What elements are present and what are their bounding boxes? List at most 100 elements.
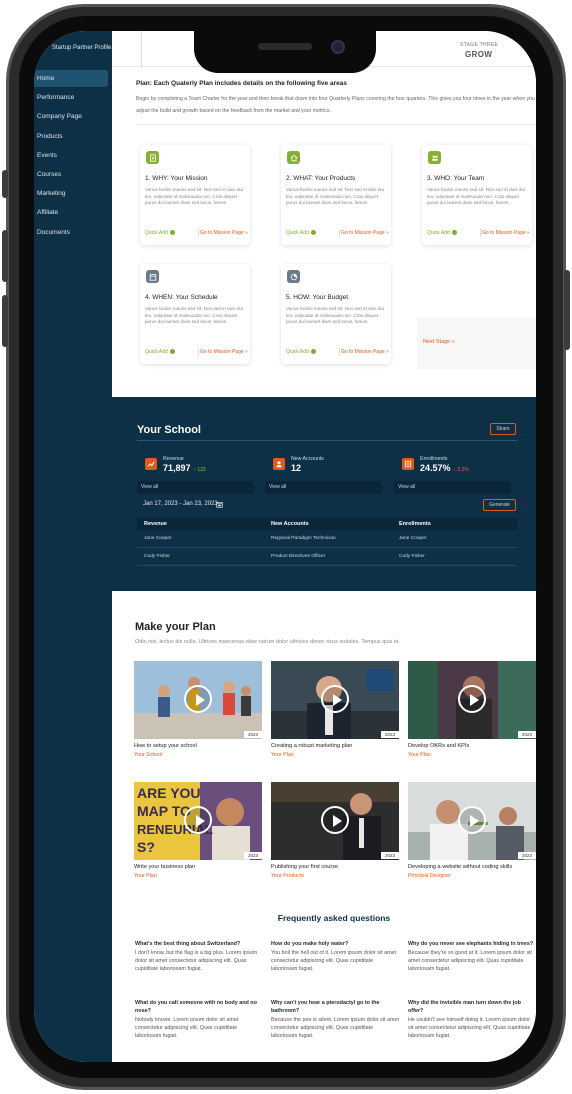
faq-item[interactable]: What do you call someone with no body an… [135, 999, 263, 1040]
next-stage-link[interactable]: Next Stage » [423, 339, 455, 345]
go-to-mission-link[interactable]: Go to Mission Page » [341, 349, 389, 355]
plus-circle-icon [170, 349, 176, 354]
sidebar-item-company-page[interactable]: Company Page [34, 108, 108, 125]
video-year-badge: 2023 [517, 852, 536, 859]
table-cell: Cody Fisher [399, 554, 425, 559]
stat-card: Enrollments 24.57% ↓ 3.2% [394, 455, 504, 475]
video-year-badge: 2023 [380, 852, 399, 859]
play-icon[interactable] [184, 806, 212, 834]
main-content: STAGE THREE GROW Plan: Each Quaterly Pla… [112, 31, 536, 1062]
quick-add-button[interactable]: Quick Add [145, 230, 176, 236]
faq-answer: Because they're so good at it. Lorem ips… [408, 950, 532, 972]
faq-answer: Nobody knows. Lorem ipsum dolor sit amet… [135, 1017, 239, 1039]
quick-add-button[interactable]: Quick Add [286, 349, 317, 355]
school-divider [137, 440, 517, 441]
video-title[interactable]: Creating a robust marketing plan [271, 743, 352, 749]
document-icon [146, 151, 159, 164]
sidebar-item-home[interactable]: Home [34, 70, 108, 87]
card-link-separator [480, 229, 481, 237]
school-title: Your School [137, 424, 201, 436]
video-category[interactable]: Your Products [271, 873, 304, 879]
sidebar-item-documents[interactable]: Documents [34, 224, 108, 241]
sidebar-item-events[interactable]: Events [34, 147, 108, 164]
faq-item[interactable]: Why did the invisible man turn down the … [408, 999, 536, 1040]
play-icon[interactable] [321, 806, 349, 834]
video-category[interactable]: Your School [134, 752, 162, 758]
faq-item[interactable]: How do you make holy water? You boil the … [271, 940, 399, 973]
plan-card-text: Varius facilisi mauris sed sit. Non sed … [427, 187, 525, 206]
plan-card-title: 2. WHAT: Your Products [286, 175, 356, 182]
plan-card-text: Varius facilisi mauris sed sit. Non sed … [145, 306, 243, 325]
table-row[interactable]: Cody Fisher Product Directives Officer Cod… [137, 549, 517, 566]
go-to-mission-link[interactable]: Go to Mission Page » [200, 230, 248, 236]
plan-card: 4. WHEN: Your Schedule Varius facilisi ma… [140, 264, 250, 364]
video-category[interactable]: Your Plan [271, 752, 294, 758]
calendar-icon [146, 270, 159, 283]
video-category[interactable]: Principal Designer [408, 873, 451, 879]
table-header-cell: Revenue [144, 521, 167, 527]
video-year-badge: 2023 [243, 852, 262, 859]
stat-card: Revenue 71,897 ↑ 122 [137, 455, 247, 475]
faq-answer: Because the pee is silent. Lorem ipsum d… [271, 1017, 399, 1039]
view-all-link[interactable]: View all [137, 481, 254, 494]
plan-card-text: Varius facilisi mauris sed sit. Non sed … [286, 306, 384, 325]
video-thumbnail[interactable]: 2023 [408, 782, 536, 860]
phone-screen: Startup Partner Profile Home Performance C… [34, 31, 536, 1062]
stage-name[interactable]: GROW [465, 50, 492, 59]
sidebar-profile-title[interactable]: Startup Partner Profile [52, 45, 111, 51]
table-row[interactable]: Jane Cooper Regional Paradigm Technician J… [137, 531, 517, 548]
make-plan-title: Make your Plan [135, 621, 216, 633]
faq-item[interactable]: Why do you never see elephants hiding in… [408, 940, 536, 973]
phone-notch [194, 31, 376, 73]
video-category[interactable]: Your Plan [408, 752, 431, 758]
video-thumbnail[interactable]: 2023 [271, 782, 399, 860]
sidebar-item-affiliate[interactable]: Affiliate [34, 204, 108, 221]
plan-title: Plan: Each Quaterly Plan includes detail… [136, 80, 347, 87]
phone-side-button [2, 170, 8, 198]
faq-answer: He couldn't see himself doing it. Lorem … [408, 1017, 531, 1039]
play-icon[interactable] [184, 685, 212, 713]
video-thumbnail[interactable]: 2023 [271, 661, 399, 739]
play-icon[interactable] [458, 806, 486, 834]
faq-question: Why do you never see elephants hiding in… [408, 941, 534, 947]
video-thumbnail[interactable]: 2023 [134, 661, 262, 739]
card-link-separator [198, 229, 199, 237]
video-title[interactable]: Write your business plan [134, 864, 195, 870]
faq-item[interactable]: What's the best thing about Switzerland?… [135, 940, 263, 973]
quick-add-button[interactable]: Quick Add [427, 230, 458, 236]
table-header-cell: Enrollments [399, 521, 431, 527]
generate-button[interactable]: Generate [483, 499, 516, 511]
card-link-separator [198, 348, 199, 356]
phone-power-button [564, 270, 570, 350]
faq-item[interactable]: Why can't you hear a pterodactyl go to t… [271, 999, 399, 1040]
share-button[interactable]: Share [490, 423, 516, 435]
sidebar-item-courses[interactable]: Courses [34, 166, 108, 183]
view-all-link[interactable]: View all [265, 481, 382, 494]
quick-add-button[interactable]: Quick Add [286, 230, 317, 236]
video-thumbnail[interactable]: 2023 [408, 661, 536, 739]
stat-label: New Accounts [291, 456, 324, 462]
calendar-icon[interactable] [216, 501, 223, 508]
make-plan-description: Odio nisi, lectus dis nulla. Ultrices ma… [135, 639, 400, 645]
quick-add-button[interactable]: Quick Add [145, 349, 176, 355]
video-title[interactable]: Developing a website without coding skil… [408, 864, 512, 870]
video-title[interactable]: Develop OKRs and KPIs [408, 743, 469, 749]
go-to-mission-link[interactable]: Go to Mission Page » [200, 349, 248, 355]
video-year-badge: 2023 [243, 731, 262, 738]
budget-icon [287, 270, 300, 283]
play-icon[interactable] [321, 685, 349, 713]
stat-value: 71,897 ↑ 122 [163, 463, 206, 473]
video-title[interactable]: Publishing your first course [271, 864, 338, 870]
svg-text:ARE YOU: ARE YOU [137, 785, 201, 801]
video-title[interactable]: How to setup your school [134, 743, 197, 749]
go-to-mission-link[interactable]: Go to Mission Page » [341, 230, 389, 236]
view-all-link[interactable]: View all [394, 481, 511, 494]
sidebar-item-marketing[interactable]: Marketing [34, 185, 108, 202]
sidebar-item-products[interactable]: Products [34, 128, 108, 145]
go-to-mission-link[interactable]: Go to Mission Page » [482, 230, 530, 236]
play-icon[interactable] [458, 685, 486, 713]
video-thumbnail[interactable]: ARE YOU MAP TO RENEURIAL S? 2023 [134, 782, 262, 860]
plan-card-title: 5. HOW: Your Budget [286, 294, 349, 301]
video-category[interactable]: Your Plan [134, 873, 157, 879]
sidebar-item-performance[interactable]: Performance [34, 89, 108, 106]
